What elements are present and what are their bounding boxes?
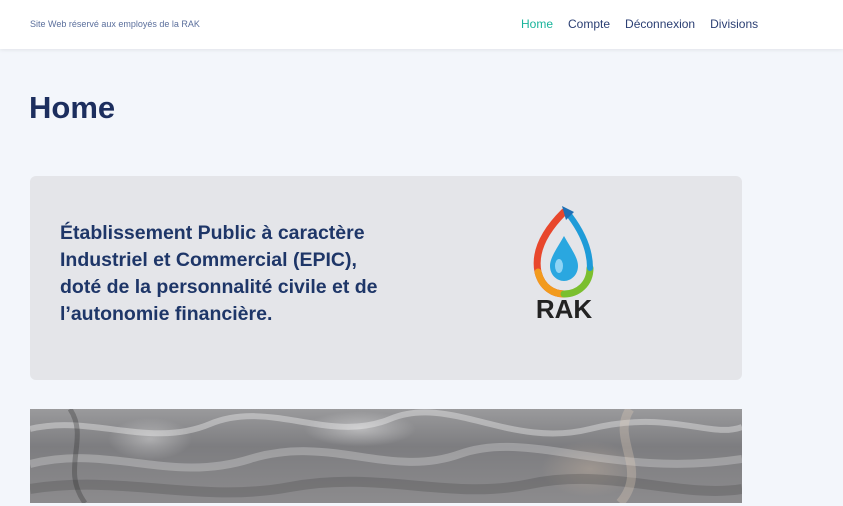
site-header: Site Web réservé aux employés de la RAK …: [0, 0, 843, 49]
rak-logo: RAK: [533, 206, 594, 322]
site-tagline: Site Web réservé aux employés de la RAK: [30, 19, 200, 29]
nav-deconnexion[interactable]: Déconnexion: [625, 17, 695, 31]
hero-text: Établissement Public à caractère Industr…: [60, 222, 378, 325]
hero-card: Établissement Public à caractère Industr…: [30, 176, 742, 380]
nav-compte[interactable]: Compte: [568, 17, 610, 31]
main-nav: Home Compte Déconnexion Divisions: [521, 17, 758, 31]
water-texture: [30, 409, 742, 503]
logo-wordmark: RAK: [536, 294, 593, 322]
nav-home[interactable]: Home: [521, 17, 553, 31]
page-title: Home: [29, 90, 116, 125]
water-banner-image: [30, 409, 742, 503]
nav-divisions[interactable]: Divisions: [710, 17, 758, 31]
